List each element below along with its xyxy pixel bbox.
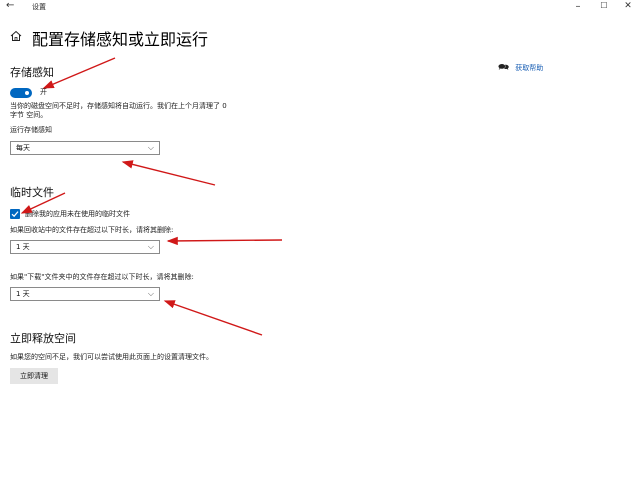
- delete-temp-files-label: 删除我的应用未在使用的临时文件: [25, 210, 130, 218]
- checkmark-icon: [11, 211, 19, 218]
- close-button[interactable]: ✕: [620, 1, 636, 11]
- temp-files-heading: 临时文件: [10, 186, 54, 199]
- window-title: 设置: [32, 3, 46, 11]
- recycle-bin-label: 如果回收站中的文件存在超过以下时长，请将其删除:: [10, 226, 174, 234]
- chevron-down-icon: ⌵: [147, 143, 154, 152]
- annotation-arrow: [42, 57, 116, 89]
- home-icon[interactable]: [9, 28, 25, 44]
- get-help-link[interactable]: 🗪 获取帮助: [498, 60, 543, 76]
- get-help-label: 获取帮助: [515, 64, 544, 72]
- title-bar: ← 设置 – ☐ ✕: [0, 0, 641, 16]
- toggle-state-label: 开: [40, 88, 47, 96]
- storage-sense-description-2: 字节 空间。: [10, 111, 48, 119]
- storage-sense-description-1: 当你的磁盘空间不足时，存储感知将自动运行。我们在上个月清理了 0: [10, 102, 227, 110]
- chat-help-icon: 🗪: [498, 63, 510, 73]
- recycle-bin-dropdown[interactable]: 1 天 ⌵: [10, 240, 160, 254]
- clean-now-button[interactable]: 立即清理: [10, 368, 58, 384]
- page-title: 配置存储感知或立即运行: [32, 30, 209, 49]
- run-storage-sense-label: 运行存储感知: [10, 126, 52, 134]
- downloads-label: 如果"下载"文件夹中的文件存在超过以下时长，请将其删除:: [10, 273, 194, 281]
- free-space-description: 如果您的空间不足，我们可以尝试使用此页面上的设置清理文件。: [10, 353, 213, 361]
- minimize-button[interactable]: –: [570, 1, 586, 12]
- free-space-heading: 立即释放空间: [10, 332, 76, 345]
- back-arrow-icon[interactable]: ←: [6, 0, 14, 11]
- annotation-arrow: [121, 160, 216, 186]
- delete-temp-files-checkbox[interactable]: [10, 209, 20, 219]
- downloads-value: 1 天: [16, 290, 30, 298]
- annotation-arrow: [166, 236, 283, 246]
- storage-sense-heading: 存储感知: [10, 66, 54, 79]
- run-storage-sense-value: 每天: [16, 144, 30, 152]
- storage-sense-toggle[interactable]: [10, 88, 32, 98]
- chevron-down-icon: ⌵: [147, 242, 154, 251]
- annotation-arrow: [163, 300, 263, 336]
- recycle-bin-value: 1 天: [16, 243, 30, 251]
- maximize-button[interactable]: ☐: [596, 1, 612, 10]
- run-storage-sense-dropdown[interactable]: 每天 ⌵: [10, 141, 160, 155]
- chevron-down-icon: ⌵: [147, 289, 154, 298]
- downloads-dropdown[interactable]: 1 天 ⌵: [10, 287, 160, 301]
